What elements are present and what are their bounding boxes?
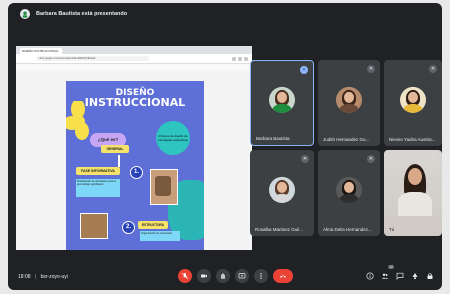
title-line-2: INSTRUCCIONAL xyxy=(84,96,186,109)
presenting-label: Barbara Bautista está presentando xyxy=(36,11,128,17)
camera-icon xyxy=(201,274,207,278)
participant-tile[interactable]: ✕ Judith Hernandez Go... xyxy=(318,60,380,146)
mic-off-icon: ✕ xyxy=(367,65,375,73)
participant-tile[interactable]: ✕ Rosalba Martinez Guil... xyxy=(250,150,314,236)
chat-button[interactable] xyxy=(395,271,404,281)
top-bar: Barbara Bautista está presentando xyxy=(8,3,442,25)
people-icon xyxy=(381,273,388,279)
participant-name: Nieves Yadira Austria... xyxy=(389,137,436,142)
avatar xyxy=(400,86,426,113)
participant-count-badge: 12 xyxy=(388,265,394,269)
avatar xyxy=(336,176,362,203)
people-button[interactable] xyxy=(380,271,389,281)
info-icon xyxy=(365,272,374,280)
phase-text: Planificación de actividades para el apr… xyxy=(76,179,120,197)
hand-icon xyxy=(221,273,225,279)
poster-photo xyxy=(150,169,178,205)
meet-window: Barbara Bautista está presentando DISEÑO… xyxy=(8,3,442,290)
camera-toggle-button[interactable] xyxy=(197,269,211,283)
info-button[interactable] xyxy=(365,271,374,281)
side-controls xyxy=(365,271,434,281)
more-vert-icon xyxy=(260,273,262,279)
call-controls xyxy=(178,269,293,283)
chat-icon xyxy=(396,272,403,280)
meeting-info: 18:08 | bsr-zoyo-uyi xyxy=(18,274,68,280)
avatar xyxy=(269,86,295,113)
mic-off-icon: ✕ xyxy=(301,155,309,163)
poster-photo-2 xyxy=(80,213,108,239)
hang-up-icon xyxy=(280,275,286,278)
activities-button[interactable] xyxy=(410,271,419,281)
structure-text: Organización de contenidos xyxy=(140,231,180,241)
mic-toggle-button[interactable] xyxy=(178,269,192,283)
phase-pill: FASE INFORMATIVA xyxy=(76,167,120,175)
participant-tile[interactable]: • Barbara Bautista xyxy=(250,60,314,146)
avatar xyxy=(269,176,295,203)
participant-name: Judith Hernandez Go... xyxy=(323,137,370,142)
mic-off-icon: ✕ xyxy=(367,155,375,163)
leave-call-button[interactable] xyxy=(273,269,293,283)
clock-time: 18:08 xyxy=(18,274,31,280)
poster-slide: DISEÑO INSTRUCCIONAL ¿Qué es? Proceso de… xyxy=(66,81,204,250)
browser-address-bar: docs.google.com/presentation/d/1eRk8nfXV… xyxy=(16,54,252,64)
slide-canvas: DISEÑO INSTRUCCIONAL ¿Qué es? Proceso de… xyxy=(16,70,252,250)
browser-actions xyxy=(232,56,248,61)
info-separator: | xyxy=(34,274,37,280)
connector-arrow xyxy=(118,155,120,167)
mic-off-icon xyxy=(181,272,189,280)
more-options-button[interactable] xyxy=(254,269,268,283)
bottom-bar: 18:08 | bsr-zoyo-uyi 12 xyxy=(8,264,442,290)
speaking-icon: • xyxy=(300,66,308,74)
activities-icon xyxy=(412,273,417,279)
definition-bubble: Proceso de diseño de estrategias educati… xyxy=(156,121,190,155)
step-number-1: 1. xyxy=(130,166,143,179)
browser-tab[interactable]: DISEÑO INSTRUCCIONAL xyxy=(20,48,62,54)
participant-tile[interactable]: ✕ Nieves Yadira Austria... xyxy=(384,60,442,146)
meeting-code: bsr-zoyo-uyi xyxy=(40,274,68,280)
menu-icon[interactable] xyxy=(244,56,248,61)
participant-name: Alma Delia Hernandez... xyxy=(323,227,372,232)
screen-share: DISEÑO INSTRUCCIONAL docs.google.com/pre… xyxy=(16,46,252,250)
mic-off-icon: ✕ xyxy=(429,65,437,73)
present-button[interactable] xyxy=(235,269,249,283)
browser-tabstrip: DISEÑO INSTRUCCIONAL xyxy=(16,46,252,54)
poster-title: DISEÑO INSTRUCCIONAL xyxy=(66,88,204,108)
participant-name: Tú xyxy=(389,227,395,232)
avatar xyxy=(336,86,362,113)
lock-person-icon xyxy=(427,273,432,279)
raise-hand-button[interactable] xyxy=(216,269,230,283)
structure-pill: ESTRUCTURA xyxy=(138,221,168,229)
profile-icon[interactable] xyxy=(238,56,242,61)
step-number-2: 2. xyxy=(122,221,135,234)
presenter-avatar-icon xyxy=(20,9,30,19)
url-field[interactable]: docs.google.com/presentation/d/1eRk8nfXV… xyxy=(36,56,149,61)
self-video-tile[interactable]: ⋮ Tú xyxy=(384,150,442,236)
present-icon xyxy=(238,273,246,279)
participant-name: Rosalba Martinez Guil... xyxy=(255,227,304,232)
participant-name: Barbara Bautista xyxy=(256,136,290,141)
extension-icon[interactable] xyxy=(232,56,236,61)
participant-tile[interactable]: ✕ Alma Delia Hernandez... xyxy=(318,150,380,236)
general-pill: GENERAL xyxy=(101,145,129,153)
host-controls-button[interactable] xyxy=(425,271,434,281)
more-options-icon[interactable]: ⋮ xyxy=(429,155,437,163)
